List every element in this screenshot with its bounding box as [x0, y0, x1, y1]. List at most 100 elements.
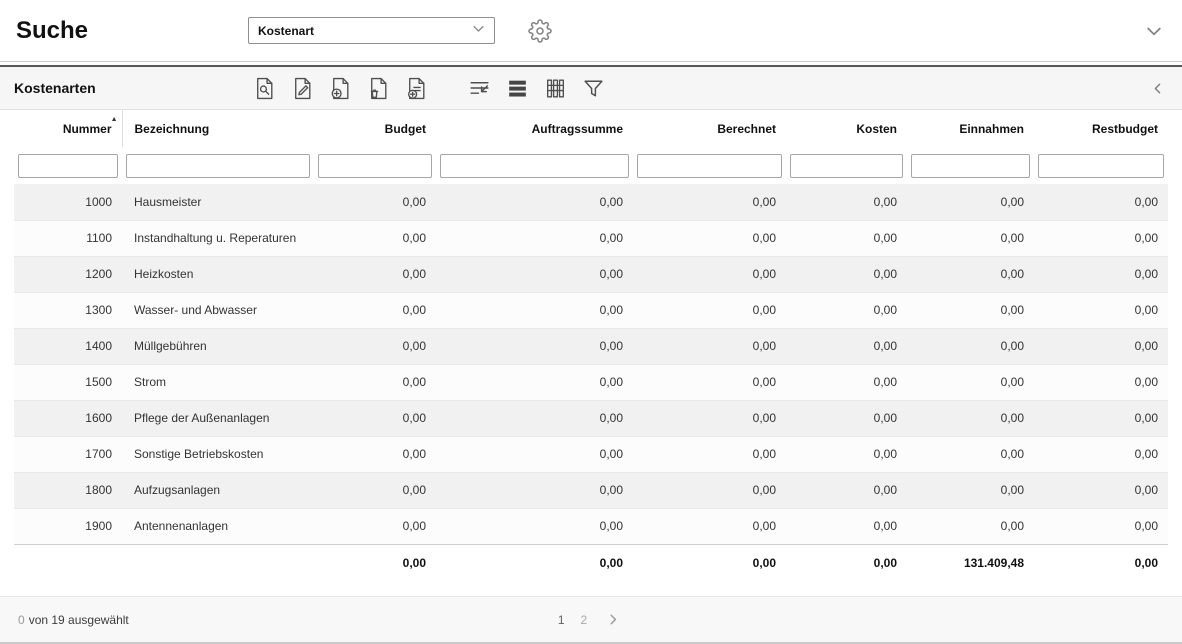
copy-record-button[interactable]: [402, 74, 431, 103]
filter-input-restbudget[interactable]: [1038, 154, 1164, 178]
collapse-panel-button[interactable]: [1147, 78, 1168, 99]
row-select-button[interactable]: [465, 74, 494, 103]
search-type-select[interactable]: Kostenart: [248, 17, 495, 44]
cell-restbudget: 0,00: [1034, 256, 1168, 292]
filter-input-nummer[interactable]: [18, 154, 118, 178]
filter-input-berechnet[interactable]: [637, 154, 782, 178]
cell-nummer: 1500: [14, 364, 122, 400]
cell-auftragssumme: 0,00: [436, 328, 633, 364]
cell-berechnet: 0,00: [633, 508, 786, 544]
cell-kosten: 0,00: [786, 256, 907, 292]
cell-nummer: 1100: [14, 220, 122, 256]
cell-auftragssumme: 0,00: [436, 436, 633, 472]
cell-einnahmen: 0,00: [907, 436, 1034, 472]
table-row[interactable]: 1500 Strom 0,00 0,00 0,00 0,00 0,00 0,00: [14, 364, 1168, 400]
cell-restbudget: 0,00: [1034, 292, 1168, 328]
document-add-icon: [328, 76, 353, 101]
section-title: Kostenarten: [14, 80, 250, 96]
column-header-kosten[interactable]: Kosten: [786, 110, 907, 147]
column-label: Nummer: [63, 122, 112, 136]
column-settings-button[interactable]: [541, 74, 570, 103]
app-window: Suche Kostenart Kostenarten: [0, 0, 1182, 644]
cell-kosten: 0,00: [786, 328, 907, 364]
cell-restbudget: 0,00: [1034, 472, 1168, 508]
cell-auftragssumme: 0,00: [436, 184, 633, 220]
chevron-down-icon: [1144, 21, 1164, 41]
column-header-einnahmen[interactable]: Einnahmen: [907, 110, 1034, 147]
cell-einnahmen: 0,00: [907, 220, 1034, 256]
document-copy-icon: [404, 76, 429, 101]
chevron-right-icon: [605, 611, 622, 628]
filter-input-budget[interactable]: [318, 154, 432, 178]
cell-restbudget: 0,00: [1034, 220, 1168, 256]
cell-budget: 0,00: [314, 508, 436, 544]
table-row[interactable]: 1800 Aufzugsanlagen 0,00 0,00 0,00 0,00 …: [14, 472, 1168, 508]
column-label: Bezeichnung: [135, 122, 210, 136]
cell-bezeichnung: Wasser- und Abwasser: [122, 292, 314, 328]
cell-budget: 0,00: [314, 472, 436, 508]
cell-bezeichnung: Hausmeister: [122, 184, 314, 220]
document-search-icon: [252, 76, 277, 101]
cell-einnahmen: 0,00: [907, 328, 1034, 364]
cell-einnahmen: 0,00: [907, 184, 1034, 220]
collapse-search-button[interactable]: [1142, 19, 1166, 43]
column-header-nummer[interactable]: Nummer ▲: [14, 110, 122, 147]
table-row[interactable]: 1000 Hausmeister 0,00 0,00 0,00 0,00 0,0…: [14, 184, 1168, 220]
filter-button[interactable]: [579, 74, 608, 103]
cell-nummer: 1900: [14, 508, 122, 544]
column-header-auftragssumme[interactable]: Auftragssumme: [436, 110, 633, 147]
table-row[interactable]: 1200 Heizkosten 0,00 0,00 0,00 0,00 0,00…: [14, 256, 1168, 292]
document-delete-icon: [366, 76, 391, 101]
add-record-button[interactable]: [326, 74, 355, 103]
cell-bezeichnung: Instandhaltung u. Reperaturen: [122, 220, 314, 256]
table-row[interactable]: 1100 Instandhaltung u. Reperaturen 0,00 …: [14, 220, 1168, 256]
cell-nummer: 1700: [14, 436, 122, 472]
cell-restbudget: 0,00: [1034, 184, 1168, 220]
cell-kosten: 0,00: [786, 292, 907, 328]
page-button-2[interactable]: 2: [581, 613, 588, 627]
column-header-budget[interactable]: Budget: [314, 110, 436, 147]
chevron-left-icon: [1149, 80, 1166, 97]
cell-budget: 0,00: [314, 256, 436, 292]
column-label: Kosten: [856, 122, 897, 136]
row-layout-button[interactable]: [503, 74, 532, 103]
preview-record-button[interactable]: [250, 74, 279, 103]
header-row: Nummer ▲ Bezeichnung Budget Auftragssumm…: [14, 110, 1168, 147]
cell-einnahmen: 0,00: [907, 256, 1034, 292]
cell-kosten: 0,00: [786, 220, 907, 256]
delete-record-button[interactable]: [364, 74, 393, 103]
cell-einnahmen: 0,00: [907, 364, 1034, 400]
settings-button[interactable]: [526, 17, 554, 45]
cell-budget: 0,00: [314, 220, 436, 256]
column-header-restbudget[interactable]: Restbudget: [1034, 110, 1168, 147]
cell-berechnet: 0,00: [633, 364, 786, 400]
cell-bezeichnung: Müllgebühren: [122, 328, 314, 364]
table-row[interactable]: 1900 Antennenanlagen 0,00 0,00 0,00 0,00…: [14, 508, 1168, 544]
next-page-button[interactable]: [603, 609, 624, 630]
cell-kosten: 0,00: [786, 508, 907, 544]
page-button-1[interactable]: 1: [558, 613, 565, 627]
table-row[interactable]: 1700 Sonstige Betriebskosten 0,00 0,00 0…: [14, 436, 1168, 472]
section-toolbar: Kostenarten: [0, 65, 1182, 110]
table-row[interactable]: 1400 Müllgebühren 0,00 0,00 0,00 0,00 0,…: [14, 328, 1168, 364]
cell-berechnet: 0,00: [633, 184, 786, 220]
gear-icon: [528, 19, 552, 43]
column-header-bezeichnung[interactable]: Bezeichnung: [122, 110, 314, 147]
filter-input-auftragssumme[interactable]: [440, 154, 629, 178]
status-bar: 0 von 19 ausgewählt 1 2: [0, 596, 1182, 642]
filter-input-einnahmen[interactable]: [911, 154, 1030, 178]
table-row[interactable]: 1300 Wasser- und Abwasser 0,00 0,00 0,00…: [14, 292, 1168, 328]
filter-input-bezeichnung[interactable]: [126, 154, 310, 178]
cell-budget: 0,00: [314, 436, 436, 472]
column-header-berechnet[interactable]: Berechnet: [633, 110, 786, 147]
summary-empty: [122, 544, 314, 581]
document-edit-icon: [290, 76, 315, 101]
filter-input-kosten[interactable]: [790, 154, 903, 178]
table-row[interactable]: 1600 Pflege der Außenanlagen 0,00 0,00 0…: [14, 400, 1168, 436]
column-settings-icon: [543, 76, 568, 101]
cell-bezeichnung: Sonstige Betriebskosten: [122, 436, 314, 472]
cell-nummer: 1300: [14, 292, 122, 328]
edit-record-button[interactable]: [288, 74, 317, 103]
cell-auftragssumme: 0,00: [436, 292, 633, 328]
search-header: Suche Kostenart: [0, 0, 1182, 62]
